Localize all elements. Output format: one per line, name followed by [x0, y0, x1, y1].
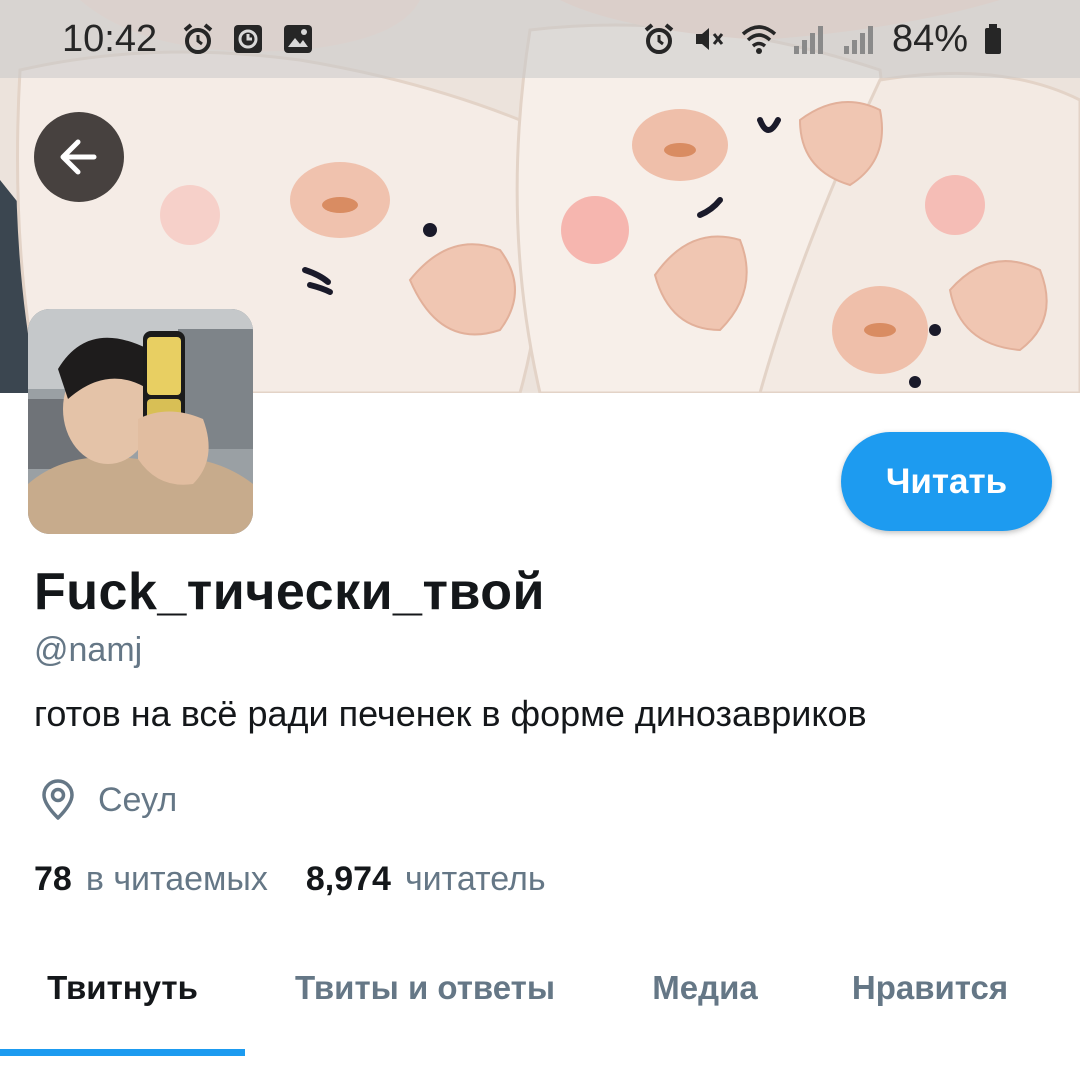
status-time: 10:42 — [62, 17, 158, 60]
tab-tweets[interactable]: Твитнуть — [0, 968, 245, 1008]
active-tab-indicator — [0, 1049, 245, 1056]
followers-link[interactable]: 8,974 читатель — [306, 860, 546, 899]
arrow-left-icon — [60, 139, 97, 175]
gallery-icon — [276, 17, 320, 61]
signal-icon — [837, 17, 881, 61]
alarm-icon — [176, 17, 220, 61]
location-pin-icon — [42, 779, 74, 820]
location-label: Сеул — [98, 780, 178, 819]
tab-likes[interactable]: Нравится — [805, 968, 1055, 1008]
avatar[interactable] — [28, 309, 253, 534]
following-link[interactable]: 78 в читаемых — [34, 860, 268, 899]
handle: @namj — [34, 631, 143, 669]
bio: готов на всё ради печенек в форме диноза… — [34, 693, 867, 734]
battery-icon — [971, 17, 1015, 61]
location: Сеул — [36, 778, 177, 822]
follow-button[interactable]: Читать — [841, 432, 1052, 531]
followers-count: 8,974 — [305, 860, 391, 898]
clock-icon — [226, 17, 270, 61]
wifi-icon — [737, 17, 781, 61]
status-bar: 10:42 84% — [0, 0, 1080, 78]
following-label: в читаемых — [85, 860, 268, 898]
signal-icon — [787, 17, 831, 61]
follow-stats: 78 в читаемых 8,974 читатель — [34, 860, 546, 899]
mute-icon — [687, 17, 731, 61]
display-name: Fuck_тически_твой — [34, 563, 545, 621]
followers-label: читатель — [404, 860, 546, 898]
back-button[interactable] — [34, 112, 124, 202]
battery-percent: 84% — [891, 17, 968, 60]
alarm-icon — [637, 17, 681, 61]
following-count: 78 — [34, 860, 72, 898]
avatar-image — [28, 309, 253, 534]
status-right: 84% — [634, 17, 1018, 61]
profile-tabs: Твитнуть Твиты и ответы Медиа Нравится — [0, 940, 1080, 1072]
tab-tweets-replies[interactable]: Твиты и ответы — [245, 968, 605, 1008]
tab-media[interactable]: Медиа — [605, 968, 805, 1008]
